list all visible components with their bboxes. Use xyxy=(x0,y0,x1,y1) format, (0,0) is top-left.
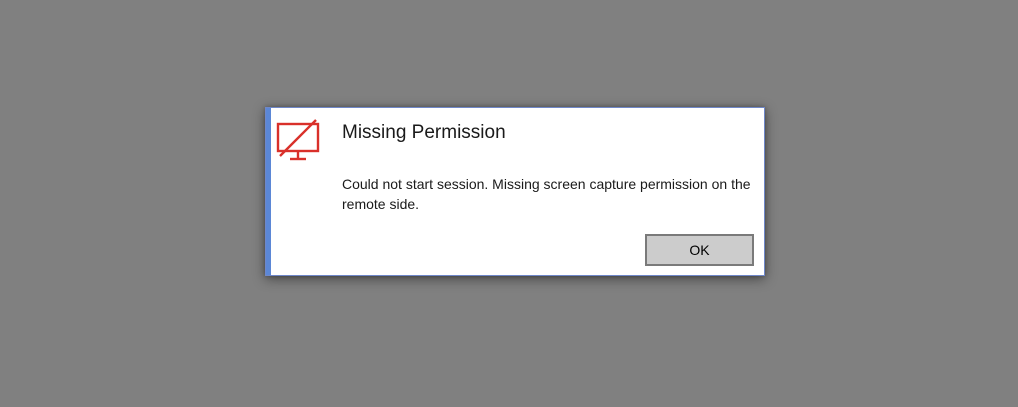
dialog-message: Could not start session. Missing screen … xyxy=(342,176,751,212)
missing-permission-dialog: Missing Permission Could not start sessi… xyxy=(265,107,765,276)
dialog-title: Missing Permission xyxy=(342,122,506,143)
monitor-disabled-icon xyxy=(276,119,320,161)
ok-button[interactable]: OK xyxy=(645,234,754,266)
dialog-accent-bar xyxy=(266,108,271,275)
